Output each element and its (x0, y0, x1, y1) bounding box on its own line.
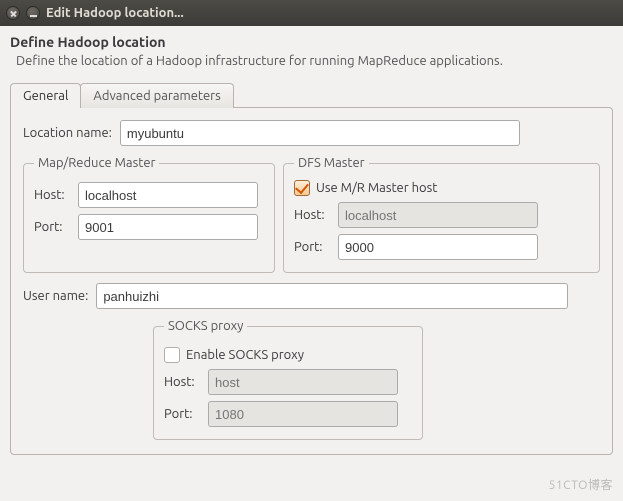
dfs-host-input (338, 202, 538, 228)
location-name-input[interactable] (120, 120, 520, 146)
mr-port-input[interactable] (78, 214, 258, 240)
tab-advanced-parameters[interactable]: Advanced parameters (80, 83, 233, 108)
page-title: Define Hadoop location (10, 34, 613, 50)
socks-host-label: Host: (164, 375, 202, 389)
dfs-port-input[interactable] (338, 234, 538, 260)
minimize-icon[interactable] (26, 6, 40, 20)
window-titlebar: Edit Hadoop location... (0, 0, 623, 26)
enable-socks-checkbox[interactable] (164, 347, 180, 363)
location-name-label: Location name: (23, 126, 112, 140)
window-title: Edit Hadoop location... (46, 6, 184, 20)
socks-host-input (208, 369, 398, 395)
mr-host-input[interactable] (78, 182, 258, 208)
dfs-host-label: Host: (294, 208, 332, 222)
dialog-content: Define Hadoop location Define the locati… (0, 26, 623, 465)
use-mr-master-label: Use M/R Master host (316, 181, 437, 195)
socks-proxy-legend: SOCKS proxy (164, 319, 247, 333)
mr-host-label: Host: (34, 188, 72, 202)
use-mr-master-checkbox[interactable] (294, 180, 310, 196)
tab-general[interactable]: General (10, 83, 81, 108)
map-reduce-master-legend: Map/Reduce Master (34, 156, 159, 170)
socks-port-label: Port: (164, 407, 202, 421)
watermark-text: 51CTO博客 (549, 476, 613, 493)
map-reduce-master-group: Map/Reduce Master Host: Port: (23, 156, 275, 273)
dfs-port-label: Port: (294, 240, 332, 254)
dfs-master-legend: DFS Master (294, 156, 369, 170)
general-panel: Location name: Map/Reduce Master Host: P… (10, 107, 613, 455)
mr-port-label: Port: (34, 220, 72, 234)
user-name-label: User name: (23, 289, 88, 303)
tab-row: General Advanced parameters (10, 82, 613, 107)
user-name-input[interactable] (96, 283, 568, 309)
close-icon[interactable] (6, 6, 20, 20)
dfs-master-group: DFS Master Use M/R Master host Host: Por… (283, 156, 600, 273)
socks-port-input (208, 401, 398, 427)
enable-socks-label: Enable SOCKS proxy (186, 348, 304, 362)
socks-proxy-group: SOCKS proxy Enable SOCKS proxy Host: Por… (153, 319, 423, 440)
page-description: Define the location of a Hadoop infrastr… (16, 54, 613, 68)
